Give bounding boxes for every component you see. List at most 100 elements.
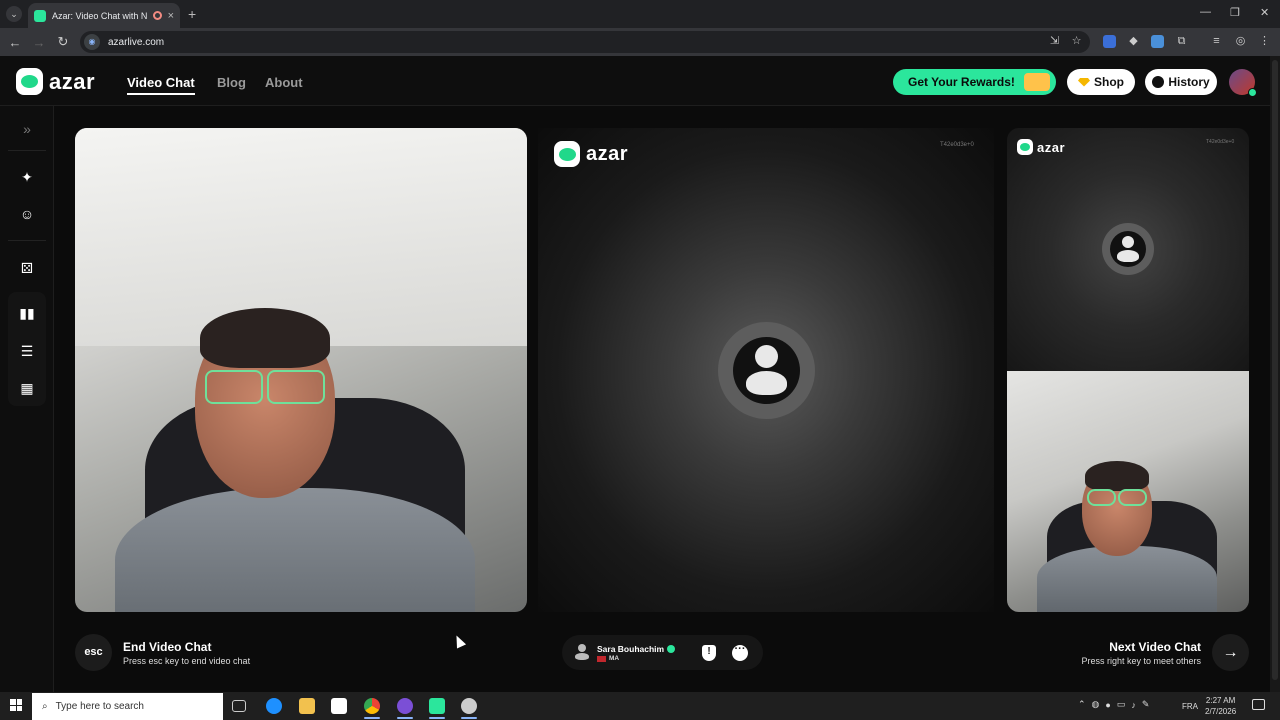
network-icon[interactable]: ▭ <box>1117 699 1126 710</box>
search-icon: ⌕ <box>42 701 48 712</box>
shop-button[interactable]: Shop <box>1067 69 1135 95</box>
edge-browser-icon[interactable] <box>266 698 282 714</box>
preview-logo: azar <box>1017 139 1065 155</box>
tab-close-icon[interactable]: × <box>168 10 174 22</box>
shop-label: Shop <box>1094 75 1124 89</box>
android-app-icon[interactable] <box>429 698 445 714</box>
partner-name-text: Sara Bouhachim <box>597 644 665 654</box>
clock-icon <box>1152 76 1165 88</box>
chrome-icon[interactable] <box>364 698 380 714</box>
back-icon[interactable]: ← <box>3 35 27 50</box>
azar-logo[interactable]: azar <box>16 68 95 95</box>
browser-tab[interactable]: Azar: Video Chat with New × <box>28 3 180 28</box>
my-camera-video <box>75 128 527 612</box>
restore-icon[interactable]: ❐ <box>1230 6 1240 19</box>
history-label: History <box>1168 75 1210 89</box>
user-avatar[interactable] <box>1229 69 1257 97</box>
chat-bubble-icon[interactable] <box>732 643 748 661</box>
partner-country: MA <box>597 655 619 662</box>
new-tab-button[interactable]: + <box>188 6 196 22</box>
expand-icon[interactable]: » <box>19 121 35 137</box>
sidebar-divider <box>8 150 46 151</box>
tray-overflow-icon[interactable]: ⌃ <box>1078 699 1086 710</box>
active-app-indicator <box>461 717 477 719</box>
profile-icon[interactable]: ◎ <box>1234 35 1247 48</box>
logo-text: azar <box>49 68 96 94</box>
windows-start-icon[interactable] <box>10 699 22 711</box>
partner-placeholder-icon <box>733 337 800 404</box>
nav-blog[interactable]: Blog <box>217 75 246 90</box>
next-chat-title: Next Video Chat <box>1109 640 1201 654</box>
end-chat-hint: Press esc key to end video chat <box>123 656 251 666</box>
partner-name[interactable]: Sara Bouhachim <box>597 644 676 654</box>
taskbar-clock[interactable]: 2:27 AM 2/7/2026 <box>1205 695 1236 717</box>
partner-country-code: MA <box>609 655 620 662</box>
reading-list-icon[interactable]: ≡ <box>1210 35 1223 48</box>
verified-icon <box>667 645 676 653</box>
nav-about[interactable]: About <box>265 75 303 90</box>
online-badge <box>1248 88 1257 97</box>
report-shield-icon[interactable] <box>702 645 716 661</box>
forward-icon[interactable]: → <box>27 35 51 50</box>
taskbar-search[interactable]: ⌕ Type here to search <box>32 693 223 720</box>
active-app-indicator <box>397 717 413 719</box>
url-text: azarlive.com <box>108 36 165 48</box>
task-view-icon[interactable] <box>232 700 246 712</box>
partner-avatar-icon <box>575 644 589 660</box>
translate-extension-icon[interactable] <box>1103 35 1116 48</box>
azar-logo-icon <box>16 68 43 95</box>
close-window-icon[interactable]: ✕ <box>1260 6 1269 19</box>
morocco-flag-icon <box>597 655 606 662</box>
layout-stacked-icon[interactable]: ☰ <box>19 343 35 359</box>
minimize-icon[interactable]: — <box>1200 6 1211 18</box>
end-chat-button[interactable]: esc <box>75 634 112 671</box>
extensions-puzzle-icon[interactable]: ⧉ <box>1175 35 1188 48</box>
install-app-icon[interactable]: ⇲ <box>1048 35 1061 48</box>
browser-menu-icon[interactable]: ⋮ <box>1258 35 1271 48</box>
screenshot-extension-icon[interactable] <box>1151 35 1164 48</box>
notification-icon[interactable] <box>1252 699 1265 710</box>
die-icon[interactable]: ⚄ <box>19 260 35 276</box>
url-bar[interactable]: ◉ azarlive.com <box>80 31 1090 53</box>
next-chat-hint: Press right key to meet others <box>1081 656 1201 666</box>
magic-wand-icon[interactable]: ✦ <box>19 169 35 185</box>
site-info-icon[interactable]: ◉ <box>84 34 100 50</box>
rewards-label: Get Your Rewards! <box>908 75 1015 89</box>
taskbar-search-text: Type here to search <box>55 701 144 712</box>
location-icon[interactable]: ◍ <box>1092 699 1100 710</box>
scrollbar-thumb[interactable] <box>1272 60 1278 680</box>
reload-icon[interactable]: ↻ <box>51 34 75 50</box>
diamond-extension-icon[interactable]: ◆ <box>1127 35 1140 48</box>
language-indicator[interactable]: FRA <box>1182 702 1198 711</box>
recording-icon <box>152 11 162 20</box>
preview-logo-text: azar <box>1037 139 1066 155</box>
gift-icon <box>1022 71 1052 93</box>
sidebar-divider <box>8 240 46 241</box>
layout-side-by-side-icon[interactable]: ▮▮ <box>19 305 35 321</box>
nav-video-chat[interactable]: Video Chat <box>127 75 195 90</box>
partner-logo-text: azar <box>586 142 629 165</box>
clock-date: 2/7/2026 <box>1205 707 1237 716</box>
end-chat-title: End Video Chat <box>123 640 212 654</box>
session-id: T42e0d3e+0 <box>940 142 974 148</box>
file-explorer-icon[interactable] <box>299 698 315 714</box>
face-icon[interactable]: ☺ <box>19 206 35 222</box>
history-button[interactable]: History <box>1145 69 1217 95</box>
azar-favicon-icon <box>34 9 46 22</box>
active-app-indicator <box>364 717 380 719</box>
volume-icon[interactable]: ♪ <box>1131 700 1136 710</box>
app-icon[interactable] <box>461 698 477 714</box>
next-chat-arrow-icon[interactable]: → <box>1212 634 1249 671</box>
preview-placeholder-icon <box>1110 231 1146 267</box>
clock-time: 2:27 AM <box>1205 696 1236 705</box>
chat-app-icon[interactable] <box>397 698 413 714</box>
active-app-indicator <box>429 717 445 719</box>
layout-grid-icon[interactable]: ▦ <box>19 380 35 396</box>
tab-list-icon[interactable]: ⌄ <box>6 6 22 22</box>
microsoft-store-icon[interactable] <box>331 698 347 714</box>
pen-icon[interactable]: ✎ <box>1142 699 1150 710</box>
mouse-cursor-icon <box>451 633 467 649</box>
microphone-icon[interactable]: ● <box>1105 700 1110 710</box>
bookmark-star-icon[interactable]: ☆ <box>1070 35 1083 48</box>
preview-my-camera <box>1007 371 1249 612</box>
